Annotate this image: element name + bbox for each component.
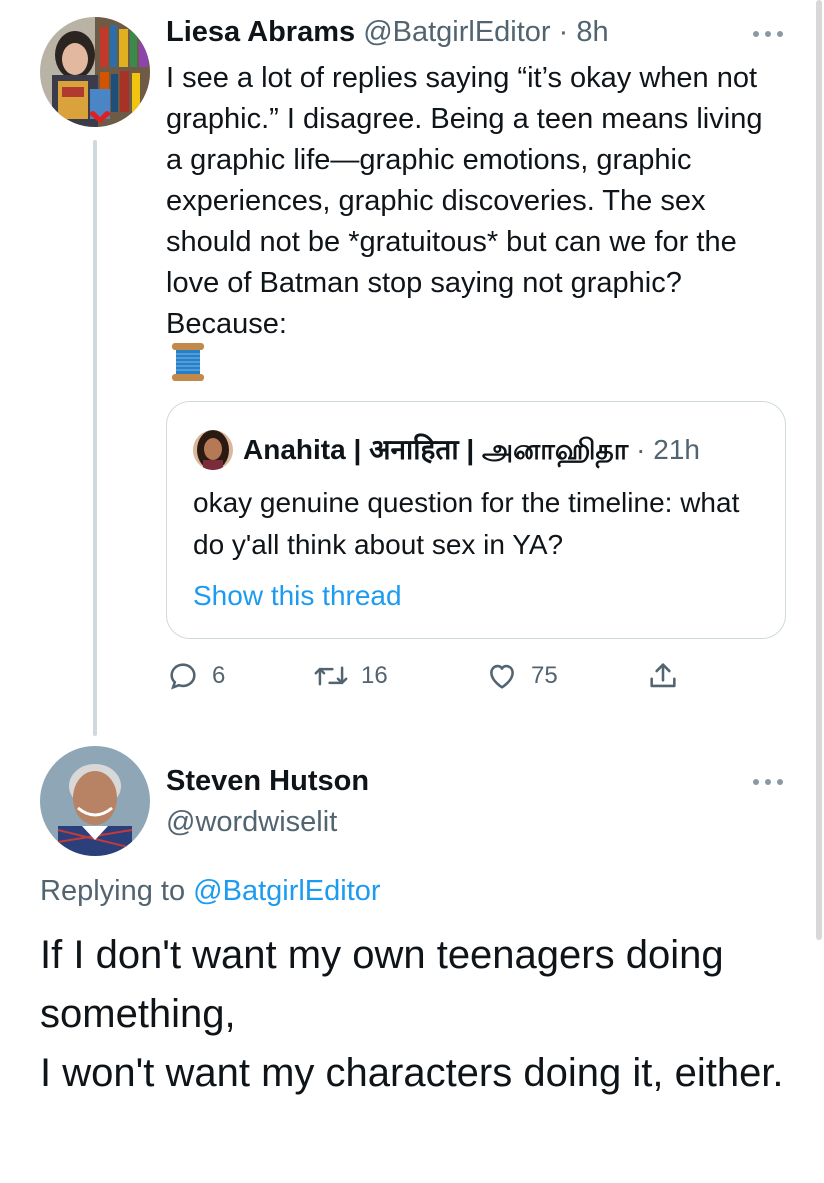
retweet-count: 16 — [361, 662, 388, 689]
parent-tweet-header: Liesa Abrams @BatgirlEditor · 8h — [166, 14, 609, 50]
separator: · — [636, 434, 646, 465]
thread-connector-line — [93, 140, 97, 736]
reply-author-name[interactable]: Steven Hutson — [166, 763, 369, 799]
more-options-icon[interactable] — [753, 24, 783, 44]
author-name[interactable]: Liesa Abrams — [166, 16, 355, 48]
share-icon — [646, 659, 680, 693]
quoted-tweet-text: okay genuine question for the timeline: … — [193, 487, 740, 560]
retweet-icon — [313, 659, 349, 693]
reply-icon — [166, 659, 200, 693]
anahita-avatar[interactable] — [193, 430, 233, 470]
replying-prefix: Replying to — [40, 875, 186, 907]
liesa-abrams-avatar[interactable] — [40, 17, 150, 127]
replying-to-handle-link[interactable]: @BatgirlEditor — [193, 875, 380, 907]
separator: · — [558, 16, 569, 48]
tweet-text: I see a lot of replies saying “it’s okay… — [166, 62, 763, 340]
tweet-time[interactable]: 8h — [576, 16, 608, 48]
quoted-author-name[interactable]: Anahita | अनाहिता | அனாஹிதா — [243, 434, 628, 465]
scrollbar[interactable] — [816, 0, 822, 940]
share-button[interactable] — [646, 659, 680, 693]
reply-button[interactable]: 6 — [166, 659, 225, 693]
author-handle[interactable]: @BatgirlEditor — [363, 16, 550, 48]
steven-hutson-avatar[interactable] — [40, 746, 150, 856]
like-count: 75 — [531, 662, 558, 689]
retweet-button[interactable]: 16 — [313, 659, 388, 693]
reply-author-handle[interactable]: @wordwiselit — [166, 804, 337, 840]
reply-tweet-text: If I don't want my own teenagers doing s… — [40, 933, 784, 1095]
quoted-tweet-header: Anahita | अनाहिता | அனாஹிதா · 21h — [243, 432, 700, 468]
reply-count: 6 — [212, 662, 226, 689]
show-thread-link[interactable]: Show this thread — [193, 576, 402, 616]
more-options-icon[interactable] — [753, 772, 783, 792]
like-button[interactable]: 75 — [485, 659, 558, 693]
spool-of-thread-icon — [170, 342, 206, 382]
heart-icon — [485, 659, 519, 693]
quoted-tweet-time[interactable]: 21h — [653, 434, 700, 465]
replying-to-line: Replying to @BatgirlEditor — [40, 871, 381, 911]
